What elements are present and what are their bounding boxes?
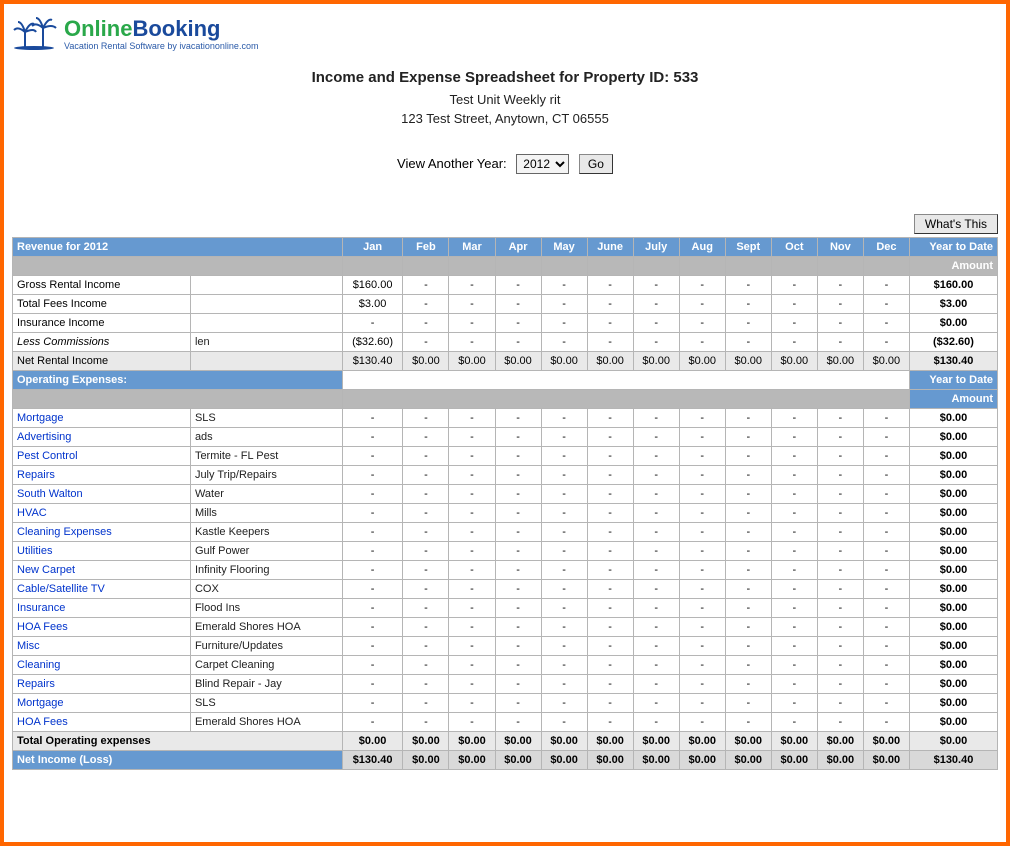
expense-link[interactable]: Repairs xyxy=(13,466,191,485)
row-label: Total Fees Income xyxy=(13,295,191,314)
expense-link[interactable]: South Walton xyxy=(13,485,191,504)
table-row: MortgageSLS------------$0.00 xyxy=(13,694,998,713)
row-label: Gross Rental Income xyxy=(13,276,191,295)
go-button[interactable]: Go xyxy=(579,154,613,174)
table-row: Net Rental Income$130.40$0.00$0.00$0.00$… xyxy=(13,352,998,371)
month-header: Apr xyxy=(495,238,541,257)
month-header: Oct xyxy=(771,238,817,257)
opex-header: Operating Expenses: xyxy=(13,371,343,390)
table-row: Operating Expenses:Year to Date xyxy=(13,371,998,390)
month-header: May xyxy=(541,238,587,257)
month-header: Aug xyxy=(679,238,725,257)
table-row: Total Fees Income$3.00-----------$3.00 xyxy=(13,295,998,314)
table-row: South WaltonWater------------$0.00 xyxy=(13,485,998,504)
year-picker: View Another Year: 2012 Go xyxy=(12,154,998,174)
table-row: Cleaning ExpensesKastle Keepers---------… xyxy=(13,523,998,542)
page-title: Income and Expense Spreadsheet for Prope… xyxy=(12,69,998,86)
expense-link[interactable]: Advertising xyxy=(13,428,191,447)
expense-link[interactable]: HOA Fees xyxy=(13,713,191,732)
table-row: HVACMills------------$0.00 xyxy=(13,504,998,523)
table-row: RepairsJuly Trip/Repairs------------$0.0… xyxy=(13,466,998,485)
expense-link[interactable]: Utilities xyxy=(13,542,191,561)
net-income-label: Net Income (Loss) xyxy=(13,751,343,770)
month-header: Nov xyxy=(817,238,863,257)
ytd-header: Year to Date xyxy=(909,238,997,257)
table-row: RepairsBlind Repair - Jay------------$0.… xyxy=(13,675,998,694)
total-opex-label: Total Operating expenses xyxy=(13,732,343,751)
row-label: Less Commissions xyxy=(13,333,191,352)
table-row: UtilitiesGulf Power------------$0.00 xyxy=(13,542,998,561)
unit-name: Test Unit Weekly rit xyxy=(12,92,998,107)
amount-header: Amount xyxy=(909,257,997,276)
table-row: Amount xyxy=(13,257,998,276)
expense-link[interactable]: Insurance xyxy=(13,599,191,618)
table-row: MortgageSLS------------$0.00 xyxy=(13,409,998,428)
month-header: Sept xyxy=(725,238,771,257)
month-header: Feb xyxy=(403,238,449,257)
expense-link[interactable]: Cleaning Expenses xyxy=(13,523,191,542)
expense-link[interactable]: Cleaning xyxy=(13,656,191,675)
spreadsheet-table: Revenue for 2012JanFebMarAprMayJuneJulyA… xyxy=(12,237,998,770)
expense-link[interactable]: New Carpet xyxy=(13,561,191,580)
logo-tagline: Vacation Rental Software by ivacationonl… xyxy=(64,42,258,51)
expense-link[interactable]: HVAC xyxy=(13,504,191,523)
table-row: InsuranceFlood Ins------------$0.00 xyxy=(13,599,998,618)
expense-link[interactable]: Pest Control xyxy=(13,447,191,466)
table-row: Insurance Income------------$0.00 xyxy=(13,314,998,333)
table-row: Less Commissionslen($32.60)-----------($… xyxy=(13,333,998,352)
logo: OnlineBooking Vacation Rental Software b… xyxy=(12,14,998,55)
month-header: Mar xyxy=(449,238,495,257)
table-row: MiscFurniture/Updates------------$0.00 xyxy=(13,637,998,656)
revenue-header: Revenue for 2012 xyxy=(13,238,343,257)
table-row: HOA FeesEmerald Shores HOA------------$0… xyxy=(13,713,998,732)
whats-this-button[interactable]: What's This xyxy=(914,214,998,234)
table-row: Total Operating expenses$0.00$0.00$0.00$… xyxy=(13,732,998,751)
table-row: Pest ControlTermite - FL Pest-----------… xyxy=(13,447,998,466)
month-header: Jan xyxy=(342,238,403,257)
table-row: Cable/Satellite TVCOX------------$0.00 xyxy=(13,580,998,599)
table-row: Revenue for 2012JanFebMarAprMayJuneJulyA… xyxy=(13,238,998,257)
expense-link[interactable]: Misc xyxy=(13,637,191,656)
unit-address: 123 Test Street, Anytown, CT 06555 xyxy=(12,111,998,126)
palm-tree-icon xyxy=(12,14,60,55)
expense-link[interactable]: HOA Fees xyxy=(13,618,191,637)
year-select[interactable]: 2012 xyxy=(516,154,569,174)
table-row: New CarpetInfinity Flooring------------$… xyxy=(13,561,998,580)
table-row: CleaningCarpet Cleaning------------$0.00 xyxy=(13,656,998,675)
logo-text: OnlineBooking xyxy=(64,18,258,40)
month-header: June xyxy=(587,238,633,257)
expense-link[interactable]: Mortgage xyxy=(13,694,191,713)
expense-link[interactable]: Repairs xyxy=(13,675,191,694)
row-label: Insurance Income xyxy=(13,314,191,333)
table-row: Amount xyxy=(13,390,998,409)
expense-link[interactable]: Mortgage xyxy=(13,409,191,428)
table-row: HOA FeesEmerald Shores HOA------------$0… xyxy=(13,618,998,637)
table-row: Net Income (Loss)$130.40$0.00$0.00$0.00$… xyxy=(13,751,998,770)
month-header: Dec xyxy=(863,238,909,257)
year-label: View Another Year: xyxy=(397,156,507,171)
net-rental-label: Net Rental Income xyxy=(13,352,191,371)
table-row: Gross Rental Income$160.00-----------$16… xyxy=(13,276,998,295)
expense-link[interactable]: Cable/Satellite TV xyxy=(13,580,191,599)
month-header: July xyxy=(633,238,679,257)
table-row: Advertisingads------------$0.00 xyxy=(13,428,998,447)
